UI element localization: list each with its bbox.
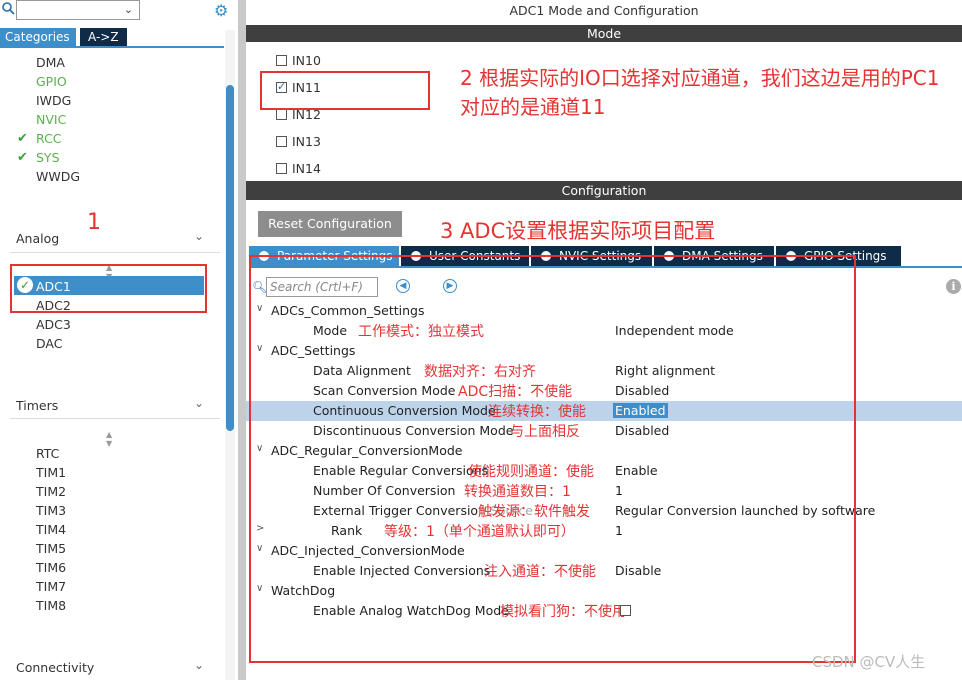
system-core-item-nvic[interactable]: NVIC xyxy=(36,112,66,127)
tab-underline xyxy=(0,46,224,48)
annotation-note-3: 3 ADC设置根据实际项目配置 xyxy=(440,219,716,243)
section-timers[interactable]: Timers xyxy=(16,398,58,413)
item-label: RCC xyxy=(36,131,62,146)
input-checkbox[interactable] xyxy=(276,55,287,66)
timers-item-tim4[interactable]: TIM4 xyxy=(36,522,66,537)
input-label: IN10 xyxy=(292,53,321,68)
timers-item-tim5[interactable]: TIM5 xyxy=(36,541,66,556)
item-label: NVIC xyxy=(36,112,67,127)
system-core-item-sys[interactable]: ✔ SYS xyxy=(17,150,60,165)
input-label: IN14 xyxy=(292,161,321,176)
timers-item-tim1[interactable]: TIM1 xyxy=(36,465,66,480)
timers-item-tim8[interactable]: TIM8 xyxy=(36,598,66,613)
left-scrollbar[interactable] xyxy=(226,85,234,431)
reset-configuration-button[interactable]: Reset Configuration xyxy=(258,211,402,237)
mode-header: Mode xyxy=(246,25,962,42)
item-label: WWDG xyxy=(36,169,81,184)
annotation-note-2: 2 根据实际的IO口选择对应通道，我们这边是用的PC1对应的是通道11 xyxy=(460,66,940,119)
configuration-header: Configuration xyxy=(246,181,962,200)
system-core-item-wwdg[interactable]: WWDG xyxy=(36,169,80,184)
gear-icon[interactable]: ⚙ xyxy=(214,1,228,20)
sort-arrows-icon: ▲▼ xyxy=(106,430,113,448)
input-checkbox[interactable] xyxy=(276,136,287,147)
annotation-box-2 xyxy=(260,71,430,110)
analog-item-adc3[interactable]: ADC3 xyxy=(36,317,71,332)
chevron-down-icon[interactable]: ⌄ xyxy=(124,3,133,16)
item-label: IWDG xyxy=(36,93,72,108)
annotation-box-3 xyxy=(249,255,856,663)
panel-splitter[interactable] xyxy=(238,0,246,680)
check-icon: ✔ xyxy=(17,131,28,146)
info-icon[interactable]: i xyxy=(946,279,961,294)
annotation-label-1: 1 xyxy=(87,210,101,235)
system-core-item-dma[interactable]: DMA xyxy=(36,55,65,70)
timers-item-tim7[interactable]: TIM7 xyxy=(36,579,66,594)
item-label: GPIO xyxy=(36,74,67,89)
tab-a-to-z[interactable]: A->Z xyxy=(80,28,127,47)
item-label: DMA xyxy=(36,55,65,70)
divider xyxy=(10,418,220,419)
input-checkbox[interactable] xyxy=(276,109,287,120)
system-core-item-iwdg[interactable]: IWDG xyxy=(36,93,71,108)
timers-item-tim2[interactable]: TIM2 xyxy=(36,484,66,499)
chevron-down-icon[interactable]: ⌄ xyxy=(194,396,204,410)
system-core-item-rcc[interactable]: ✔ RCC xyxy=(17,131,62,146)
chevron-down-icon[interactable]: ⌄ xyxy=(194,229,204,243)
component-search-input[interactable]: ⌄ xyxy=(16,0,140,20)
timers-item-tim6[interactable]: TIM6 xyxy=(36,560,66,575)
check-icon: ✔ xyxy=(17,150,28,165)
watermark: CSDN @CV人生 xyxy=(812,653,926,671)
timers-item-tim3[interactable]: TIM3 xyxy=(36,503,66,518)
page-title: ADC1 Mode and Configuration xyxy=(509,3,699,18)
timers-item-rtc[interactable]: RTC xyxy=(36,446,59,461)
analog-item-dac[interactable]: DAC xyxy=(36,336,62,351)
search-icon xyxy=(2,2,15,15)
annotation-box-1 xyxy=(10,264,207,313)
left-panel: ⌄ ⚙ Categories A->Z DMA GPIO IWDG NVIC ✔ RCC ✔… xyxy=(0,0,238,680)
chevron-down-icon[interactable]: ⌄ xyxy=(194,658,204,672)
section-connectivity[interactable]: Connectivity xyxy=(16,660,94,675)
divider xyxy=(10,252,220,253)
tab-categories[interactable]: Categories xyxy=(0,28,76,47)
section-analog[interactable]: Analog xyxy=(16,231,59,246)
item-label: SYS xyxy=(36,150,60,165)
input-checkbox[interactable] xyxy=(276,163,287,174)
system-core-item-gpio[interactable]: GPIO xyxy=(36,74,67,89)
input-label: IN13 xyxy=(292,134,321,149)
left-tabs: Categories A->Z xyxy=(0,28,238,47)
right-panel: ADC1 Mode and Configuration Mode IN10 IN1… xyxy=(246,0,962,680)
